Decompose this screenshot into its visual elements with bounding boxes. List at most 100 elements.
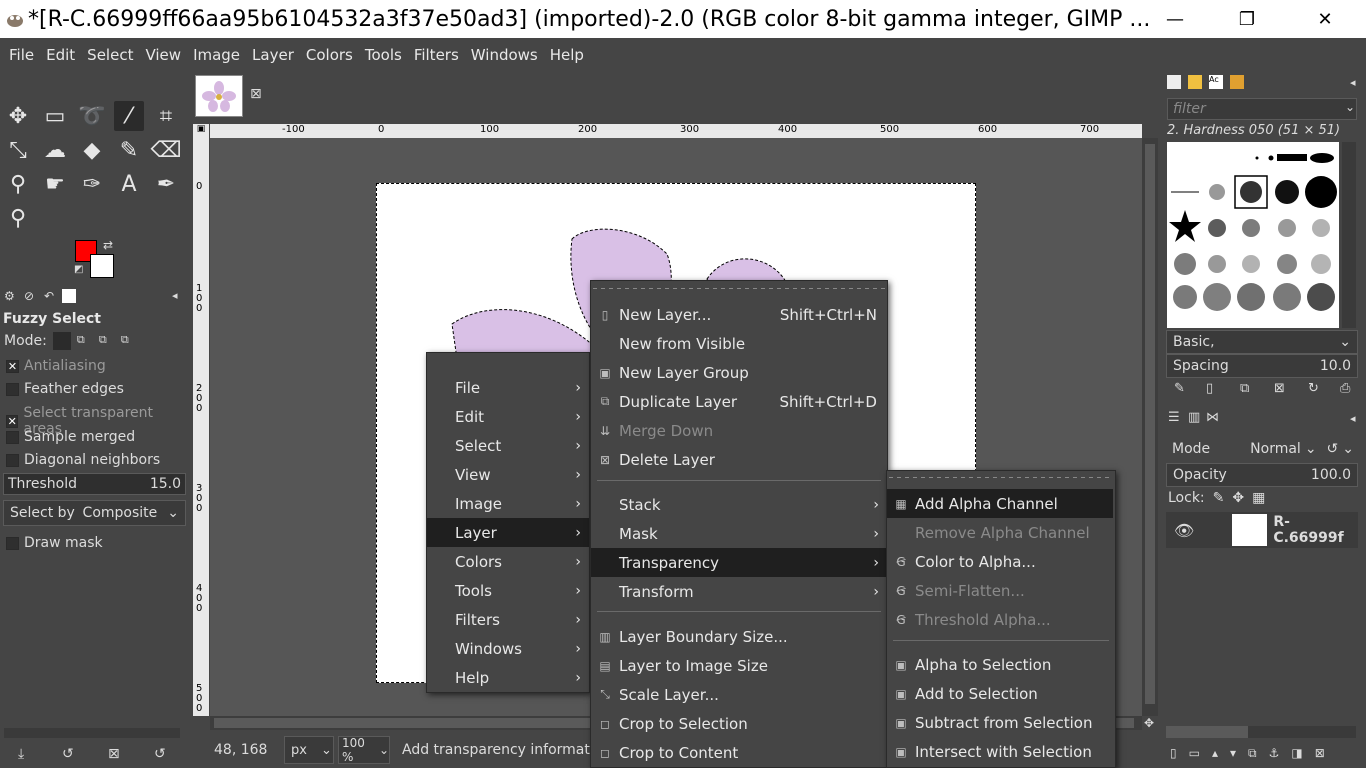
lasso-tool-icon[interactable]: ➰ bbox=[77, 101, 107, 131]
duplicate-layer-icon[interactable]: ⧉ bbox=[1248, 746, 1257, 761]
brush-preset-combo[interactable]: Basic, ⌄ bbox=[1166, 330, 1358, 354]
new-layer-icon[interactable]: ▯ bbox=[1170, 746, 1177, 761]
diagonal-option[interactable]: Diagonal neighbors bbox=[6, 452, 160, 468]
close-button[interactable]: ✕ bbox=[1302, 0, 1348, 38]
new-layer-item[interactable]: ▯ New Layer... Shift+Ctrl+N bbox=[591, 300, 887, 329]
zoom-tool-icon[interactable]: ⚲ bbox=[3, 203, 33, 233]
images-tab-icon[interactable] bbox=[62, 289, 76, 303]
document-history-tab-icon[interactable] bbox=[1230, 75, 1244, 89]
lower-layer-icon[interactable]: ▾ bbox=[1230, 746, 1236, 761]
dock-menu-icon[interactable]: ◂ bbox=[1350, 412, 1356, 425]
rect-select-tool-icon[interactable]: ▭ bbox=[40, 101, 70, 131]
lock-pixels-icon[interactable]: ✎ bbox=[1213, 490, 1225, 506]
tool-options-tab-icon[interactable]: ⚙ bbox=[4, 289, 15, 303]
brushes-tab-icon[interactable] bbox=[1167, 75, 1181, 89]
scale-layer-item[interactable]: ⤡ Scale Layer... bbox=[591, 680, 887, 709]
raise-layer-icon[interactable]: ▴ bbox=[1212, 746, 1218, 761]
sample-merged-checkbox[interactable] bbox=[6, 430, 19, 444]
mask-item[interactable]: Mask › bbox=[591, 519, 887, 548]
alpha-to-selection-item[interactable]: ▣ Alpha to Selection bbox=[887, 650, 1113, 679]
mode-intersect-icon[interactable]: ⧉ bbox=[121, 333, 137, 349]
smudge-tool-icon[interactable]: ☛ bbox=[40, 169, 70, 199]
brush-grid-scrollbar[interactable] bbox=[1342, 142, 1356, 328]
antialiasing-option[interactable]: ✕ Antialiasing bbox=[6, 358, 106, 374]
sample-merged-option[interactable]: Sample merged bbox=[6, 429, 135, 445]
menu-layer[interactable]: Layer bbox=[246, 46, 300, 64]
restore-tool-preset-icon[interactable]: ↺ bbox=[62, 746, 74, 762]
ctx-edit[interactable]: Edit › bbox=[427, 402, 589, 431]
delete-layer-icon[interactable]: ⊠ bbox=[1315, 746, 1325, 761]
diagonal-checkbox[interactable] bbox=[6, 453, 19, 467]
feather-option[interactable]: Feather edges bbox=[6, 381, 124, 397]
crop-to-content-item[interactable]: ◻ Crop to Content bbox=[591, 738, 887, 767]
new-layer-group-item[interactable]: ▣ New Layer Group bbox=[591, 358, 887, 387]
refresh-brushes-icon[interactable]: ↻ bbox=[1308, 381, 1319, 396]
menu-file[interactable]: File bbox=[3, 46, 40, 64]
menu-image[interactable]: Image bbox=[187, 46, 246, 64]
subtract-from-selection-item[interactable]: ▣ Subtract from Selection bbox=[887, 708, 1113, 737]
layer-boundary-item[interactable]: ▥ Layer Boundary Size... bbox=[591, 622, 887, 651]
crop-tool-icon[interactable]: ⌗ bbox=[151, 101, 181, 131]
brush-filter-input[interactable]: filter bbox=[1167, 98, 1357, 120]
layer-row[interactable]: 👁 R-C.66999f bbox=[1166, 512, 1358, 548]
ctx-layer[interactable]: Layer › bbox=[427, 518, 589, 547]
ctx-file[interactable]: File › bbox=[427, 373, 589, 402]
transform-tool-icon[interactable]: ⤡ bbox=[3, 135, 33, 165]
new-layer-group-icon[interactable]: ▭ bbox=[1189, 746, 1200, 761]
transparency-item[interactable]: Transparency › bbox=[591, 548, 887, 577]
transform-item[interactable]: Transform › bbox=[591, 577, 887, 606]
warp-tool-icon[interactable]: ☁ bbox=[40, 135, 70, 165]
default-colors-icon[interactable]: ◩ bbox=[74, 264, 83, 275]
lock-position-icon[interactable]: ✥ bbox=[1232, 490, 1244, 506]
layers-tab-icon[interactable]: ☰ bbox=[1168, 410, 1180, 425]
add-alpha-channel-item[interactable]: ▦ Add Alpha Channel bbox=[887, 489, 1113, 518]
composite-mode-icon[interactable]: ↺ bbox=[1327, 441, 1339, 457]
layers-scrollbar[interactable] bbox=[1166, 726, 1356, 738]
menu-colors[interactable]: Colors bbox=[300, 46, 359, 64]
channels-tab-icon[interactable]: ▥ bbox=[1188, 410, 1200, 425]
chevron-down-icon[interactable]: ⌄ bbox=[1342, 441, 1354, 457]
add-to-selection-item[interactable]: ▣ Add to Selection bbox=[887, 679, 1113, 708]
ctx-tools[interactable]: Tools › bbox=[427, 576, 589, 605]
minimize-button[interactable]: — bbox=[1152, 0, 1198, 38]
clone-tool-icon[interactable]: ⚲ bbox=[3, 169, 33, 199]
lock-alpha-icon[interactable]: ▦ bbox=[1252, 490, 1265, 506]
undo-history-tab-icon[interactable]: ↶ bbox=[44, 289, 54, 303]
background-color-swatch[interactable] bbox=[90, 254, 114, 278]
antialiasing-checkbox[interactable]: ✕ bbox=[6, 359, 19, 373]
menu-filters[interactable]: Filters bbox=[408, 46, 465, 64]
draw-mask-option[interactable]: Draw mask bbox=[6, 535, 103, 551]
fonts-tab-icon[interactable]: Ac bbox=[1209, 75, 1223, 89]
save-tool-preset-icon[interactable]: ⤓ bbox=[18, 746, 24, 762]
menu-windows[interactable]: Windows bbox=[465, 46, 544, 64]
paths-tab-icon[interactable]: ⋈ bbox=[1206, 410, 1219, 425]
duplicate-brush-icon[interactable]: ⧉ bbox=[1240, 381, 1249, 396]
fuzzy-select-tool-icon[interactable]: ⁄ bbox=[114, 101, 144, 131]
maximize-button[interactable]: ❐ bbox=[1224, 0, 1270, 38]
select-transparent-checkbox[interactable]: ✕ bbox=[6, 414, 19, 428]
delete-layer-item[interactable]: ⊠ Delete Layer bbox=[591, 445, 887, 474]
duplicate-layer-item[interactable]: ⧉ Duplicate Layer Shift+Ctrl+D bbox=[591, 387, 887, 416]
menu-help[interactable]: Help bbox=[544, 46, 590, 64]
unit-selector[interactable]: px ⌄ bbox=[284, 736, 334, 764]
patterns-tab-icon[interactable] bbox=[1188, 75, 1202, 89]
new-from-visible-item[interactable]: New from Visible bbox=[591, 329, 887, 358]
close-image-tab-icon[interactable]: ⊠ bbox=[250, 86, 262, 102]
paths-tool-icon[interactable]: ✑ bbox=[77, 169, 107, 199]
opacity-slider[interactable]: Opacity 100.0 bbox=[1166, 463, 1358, 487]
mode-add-icon[interactable]: ⧉ bbox=[77, 333, 93, 349]
menu-select[interactable]: Select bbox=[81, 46, 139, 64]
toolbox-scrollbar[interactable] bbox=[4, 728, 180, 738]
layer-to-image-size-item[interactable]: ▤ Layer to Image Size bbox=[591, 651, 887, 680]
ctx-view[interactable]: View › bbox=[427, 460, 589, 489]
crop-to-selection-item[interactable]: ◻ Crop to Selection bbox=[591, 709, 887, 738]
new-brush-icon[interactable]: ▯ bbox=[1206, 381, 1213, 396]
open-brush-as-image-icon[interactable]: ⎙ bbox=[1340, 381, 1350, 396]
ctx-help[interactable]: Help › bbox=[427, 663, 589, 692]
spacing-slider[interactable]: Spacing 10.0 bbox=[1166, 354, 1358, 378]
intersect-with-selection-item[interactable]: ▣ Intersect with Selection bbox=[887, 737, 1113, 766]
chevron-down-icon[interactable]: ⌄ bbox=[1345, 100, 1355, 114]
menu-tools[interactable]: Tools bbox=[359, 46, 408, 64]
zoom-selector[interactable]: 100 % ⌄ bbox=[338, 736, 390, 764]
draw-mask-checkbox[interactable] bbox=[6, 536, 19, 550]
